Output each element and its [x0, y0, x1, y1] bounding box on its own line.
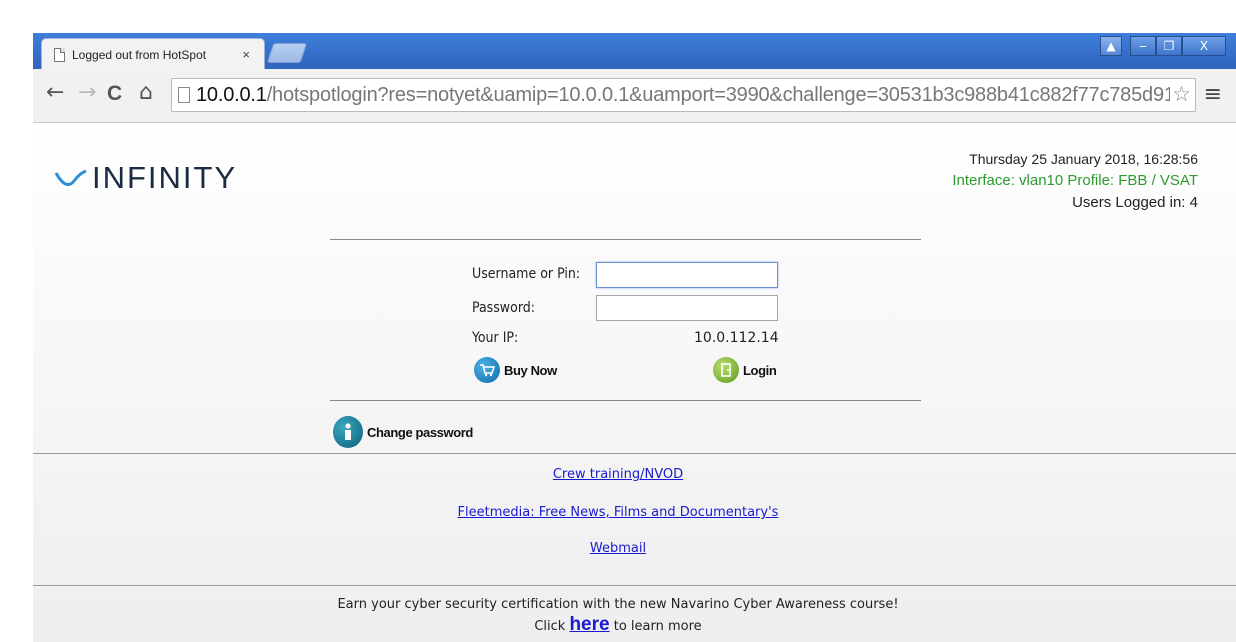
click-text: Click	[534, 619, 566, 634]
login-button[interactable]: Login	[713, 357, 777, 383]
person-icon	[333, 416, 363, 448]
buy-now-button[interactable]: Buy Now	[474, 357, 557, 383]
divider	[330, 239, 921, 240]
minimize-button[interactable]: ‒	[1130, 36, 1156, 56]
page-icon	[54, 47, 65, 62]
cart-icon	[474, 357, 500, 383]
back-arrow-icon[interactable]: ←	[46, 80, 64, 105]
crew-training-link[interactable]: Crew training/NVOD	[0, 467, 1236, 482]
tab-close-icon[interactable]: ×	[242, 47, 250, 62]
change-password-label: Change password	[367, 424, 473, 440]
ip-label: Your IP:	[472, 330, 519, 346]
reload-icon[interactable]: C	[107, 82, 122, 106]
bookmark-star-icon[interactable]: ☆	[1170, 82, 1191, 107]
home-icon[interactable]: ⌂	[139, 80, 153, 105]
login-door-icon	[713, 357, 739, 383]
window-controls: ▲ ‒ ❐ X	[1100, 36, 1226, 56]
password-input[interactable]	[596, 295, 778, 321]
close-window-button[interactable]: X	[1182, 36, 1226, 56]
learn-more-line: Click here to learn more	[0, 614, 1236, 636]
section-divider	[33, 453, 1236, 454]
page-icon	[178, 87, 190, 103]
address-bar[interactable]: 10.0.0.1/hotspotlogin?res=notyet&uamip=1…	[171, 78, 1196, 112]
buy-now-label: Buy Now	[504, 362, 557, 378]
interface-info: Interface: vlan10 Profile: FBB / VSAT	[952, 172, 1198, 189]
user-profile-icon[interactable]: ▲	[1100, 36, 1122, 56]
forward-arrow-icon[interactable]: →	[78, 80, 96, 105]
ip-value: 10.0.112.14	[694, 330, 779, 346]
learn-more-text: to learn more	[613, 619, 702, 634]
browser-tab[interactable]: Logged out from HotSpot ×	[41, 38, 265, 70]
webmail-link[interactable]: Webmail	[0, 541, 1236, 556]
status-panel: Thursday 25 January 2018, 16:28:56 Inter…	[952, 148, 1198, 214]
restore-button[interactable]: ❐	[1156, 36, 1182, 56]
tab-title: Logged out from HotSpot	[72, 47, 207, 62]
username-input[interactable]	[596, 262, 778, 288]
infinity-logo: INFINITY	[54, 160, 237, 196]
logo-text: INFINITY	[92, 160, 238, 195]
login-label: Login	[743, 362, 777, 378]
password-label: Password:	[472, 300, 535, 316]
browser-menu-icon[interactable]: ≡	[1204, 82, 1222, 107]
infinity-wave-icon	[54, 169, 87, 187]
url-text: 10.0.0.1/hotspotlogin?res=notyet&uamip=1…	[196, 83, 1181, 106]
divider	[330, 400, 921, 401]
datetime: Thursday 25 January 2018, 16:28:56	[969, 151, 1198, 167]
fleetmedia-link[interactable]: Fleetmedia: Free News, Films and Documen…	[0, 505, 1236, 520]
here-link[interactable]: here	[569, 614, 609, 635]
section-divider	[33, 585, 1236, 586]
change-password-button[interactable]: Change password	[333, 416, 473, 448]
username-label: Username or Pin:	[472, 266, 581, 282]
users-logged-in: Users Logged in: 4	[1072, 194, 1198, 211]
new-tab-button[interactable]	[266, 43, 308, 63]
promo-text: Earn your cyber security certification w…	[337, 597, 899, 612]
